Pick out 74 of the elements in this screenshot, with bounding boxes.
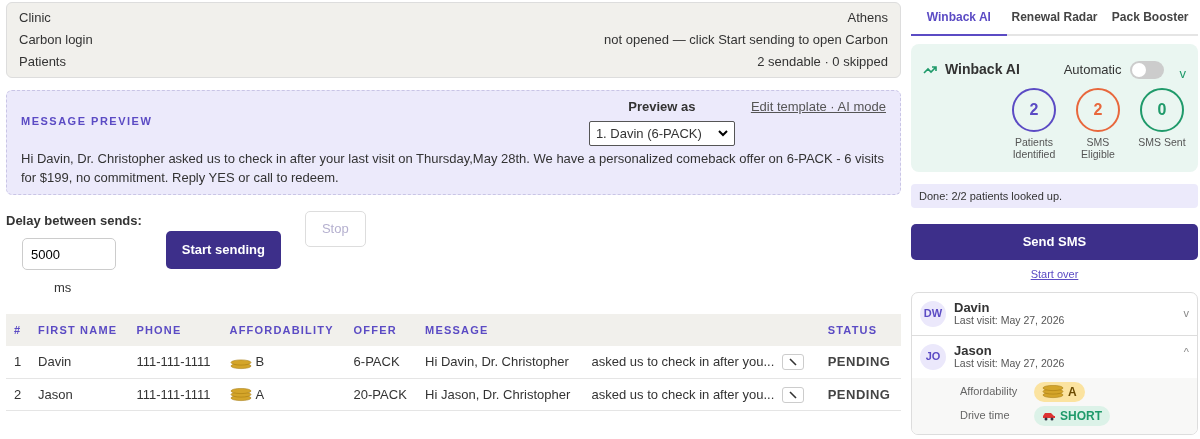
table-cell: Davin	[30, 346, 129, 379]
tier-text: A	[255, 386, 265, 402]
toggle-label: Automatic	[1063, 61, 1122, 79]
table-cell: 111-111-1111	[128, 346, 222, 379]
status-cell: PENDING	[819, 346, 901, 379]
coins-icon	[229, 388, 252, 403]
info-label: Carbon login	[19, 31, 93, 50]
avatar: JO	[920, 343, 946, 370]
info-value: 2 sendable · 0 skipped	[757, 53, 888, 72]
info-value: not opened — click Start sending to open Carbon	[604, 31, 888, 50]
column-header: OFFER	[345, 313, 418, 347]
info-label: Patients	[19, 53, 66, 72]
table-cell: Hi Davin, Dr. Christopher	[417, 346, 584, 379]
avatar: DW	[920, 300, 946, 327]
start-button[interactable]: Start sending	[165, 230, 281, 269]
edit-button[interactable]	[782, 354, 805, 371]
last-visit-text: Last visit: May 27, 2026	[954, 358, 1065, 370]
send-sms-button[interactable]: Send SMS	[911, 224, 1198, 261]
preview-select[interactable]: 1. Davin (6-PACK)	[588, 120, 735, 146]
last-visit-text: Last visit: May 27, 2026	[954, 315, 1065, 327]
card-title: Winback AI	[945, 60, 1020, 80]
car-icon	[1042, 410, 1056, 421]
table-cell: 20-PACK	[345, 378, 418, 411]
detail-label: Drive time	[960, 408, 1011, 424]
table-cell: 111-111-1111	[128, 378, 222, 411]
message-text: asked us to check in after you...	[591, 386, 775, 402]
table-cell: 1	[6, 346, 31, 379]
pencil-icon	[789, 390, 798, 399]
delay-label: Delay between sends:	[6, 211, 142, 230]
column-header: MESSAGE	[417, 313, 820, 347]
tier-text: B	[255, 354, 265, 370]
stat-label: Patients Identified	[1011, 135, 1057, 160]
column-header: #	[6, 313, 31, 347]
stat-ring: 2	[1012, 87, 1056, 132]
patient-name: Jason	[954, 343, 993, 358]
column-header: FIRST NAME	[30, 313, 129, 347]
table-cell: 2	[6, 378, 31, 411]
column-header: AFFORDABILITY	[221, 313, 346, 347]
patient-name: Davin	[954, 300, 991, 315]
chevron-down-icon	[717, 129, 728, 137]
trend-up-icon	[923, 64, 937, 75]
stat-label: SMS Eligible	[1080, 135, 1116, 160]
status-note: Done: 2/2 patients looked up.	[911, 183, 1198, 209]
stat-ring: 2	[1076, 87, 1120, 132]
table-cell: Hi Jason, Dr. Christopher	[417, 378, 584, 411]
stat-ring: 0	[1140, 87, 1184, 132]
stat-label: SMS Sent	[1138, 135, 1186, 148]
info-value: Athens	[847, 9, 888, 28]
section-heading: MESSAGE PREVIEW	[21, 114, 153, 130]
field-label: Preview as	[628, 98, 696, 116]
start-over-link[interactable]: Start over	[1030, 268, 1079, 281]
table-cell: 6-PACK	[345, 346, 418, 379]
affordability-tag: A	[1034, 381, 1085, 402]
message-preview-text: Hi Davin, Dr. Christopher asked us to check in after your last visit on Thursday,May 28th. We have a personalized comeback offer on 6-PACK - 6 visits for $199, no commitment. Reply YES or call to redeem.	[21, 150, 885, 187]
detail-label: Affordability	[960, 384, 1018, 400]
column-header: STATUS	[819, 313, 901, 347]
unit-label: ms	[54, 279, 73, 298]
drive-time-tag: SHORT	[1034, 405, 1110, 426]
tab[interactable]: Renewal Radar	[1006, 0, 1103, 36]
info-label: Clinic	[19, 9, 51, 28]
message-text: asked us to check in after you...	[591, 354, 775, 370]
delay-input[interactable]: 5000	[22, 238, 116, 271]
table-cell: Jason	[30, 378, 129, 411]
expand-toggle[interactable]: ^	[1183, 343, 1189, 361]
coins-icon	[1042, 384, 1064, 399]
pencil-icon	[789, 358, 798, 367]
tab[interactable]: Pack Booster	[1102, 0, 1198, 36]
automatic-toggle[interactable]	[1129, 60, 1164, 79]
column-header: PHONE	[128, 313, 222, 347]
edit-button[interactable]	[782, 386, 805, 403]
edit-template-link[interactable]: Edit template · AI mode	[750, 97, 886, 117]
expand-toggle[interactable]: v	[1183, 305, 1189, 322]
status-cell: PENDING	[819, 378, 901, 411]
tab[interactable]: Winback AI	[911, 0, 1007, 36]
